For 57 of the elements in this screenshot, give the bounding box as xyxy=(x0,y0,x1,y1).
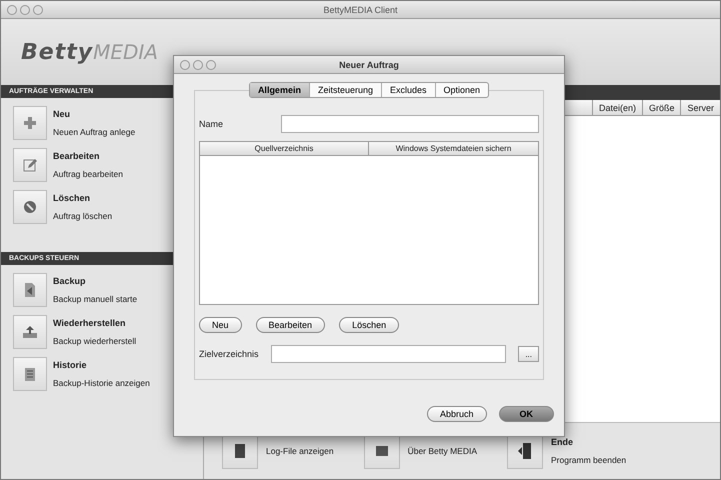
target-label: Zielverzeichnis xyxy=(199,349,259,359)
item-title: Neu xyxy=(53,109,72,119)
sidebar-button[interactable] xyxy=(13,315,47,349)
item-description: Auftrag löschen xyxy=(53,211,114,221)
close-button[interactable] xyxy=(180,60,190,70)
window-title: BettyMEDIA Client xyxy=(322,4,399,14)
column-header[interactable]: Quellverzeichnis xyxy=(200,142,369,155)
ok-button[interactable]: OK xyxy=(498,406,554,422)
list-button[interactable]: Löschen xyxy=(339,317,400,333)
minimize-button[interactable] xyxy=(20,4,30,14)
tool-title: Ende xyxy=(551,437,574,447)
browse-button[interactable]: ... xyxy=(518,346,539,362)
logo-text: Betty xyxy=(21,40,94,64)
tab[interactable]: Optionen xyxy=(436,83,488,97)
name-field[interactable] xyxy=(281,115,539,133)
tool-label: Programm beenden xyxy=(551,455,626,465)
sidebar-button[interactable] xyxy=(13,273,47,307)
history-icon xyxy=(23,366,37,382)
sidebar-button[interactable] xyxy=(13,357,47,391)
item-description: Backup-Historie anzeigen xyxy=(53,378,151,388)
tool-label: Log-File anzeigen xyxy=(266,446,334,456)
item-description: Backup wiederherstell xyxy=(53,336,138,346)
column-header[interactable]: Datei(en) xyxy=(592,100,642,115)
item-description: Backup manuell starte xyxy=(53,294,138,304)
item-title: Löschen xyxy=(53,193,92,203)
column-header[interactable]: Windows Systemdateien sichern xyxy=(369,142,538,155)
tab[interactable]: Allgemein xyxy=(250,83,310,97)
item-title: Wiederherstellen xyxy=(53,318,126,328)
column-header[interactable]: Größe xyxy=(642,100,680,115)
minimize-button[interactable] xyxy=(193,60,203,70)
exit-door-icon xyxy=(517,442,534,460)
cancel-button[interactable]: Abbruch xyxy=(426,406,486,422)
item-title: Backup xyxy=(53,276,87,286)
dialog-title: Neuer Auftrag xyxy=(338,60,400,70)
item-title: Historie xyxy=(53,360,88,370)
delete-icon xyxy=(23,200,37,214)
tab[interactable]: Excludes xyxy=(382,83,436,97)
sidebar-button[interactable] xyxy=(13,190,47,224)
zoom-button[interactable] xyxy=(33,4,43,14)
list-button[interactable]: Bearbeiten xyxy=(256,317,326,333)
tool-label: Über Betty MEDIA xyxy=(408,446,478,456)
tab[interactable]: Zeitsteuerung xyxy=(310,83,382,97)
zoom-button[interactable] xyxy=(206,60,216,70)
sidebar-button[interactable] xyxy=(13,148,47,182)
close-button[interactable] xyxy=(7,4,17,14)
name-label: Name xyxy=(199,119,224,129)
item-title: Bearbeiten xyxy=(53,151,101,161)
tray-arrow-icon xyxy=(22,325,38,339)
pencil-icon xyxy=(23,158,37,172)
item-description: Neuen Auftrag anlege xyxy=(53,127,136,137)
item-description: Auftrag bearbeiten xyxy=(53,169,124,179)
sidebar-button[interactable] xyxy=(13,106,47,140)
logo-text: MEDIA xyxy=(93,40,158,64)
target-field[interactable] xyxy=(270,345,506,363)
list-button[interactable]: Neu xyxy=(199,317,242,333)
plus-icon xyxy=(23,116,37,130)
column-header[interactable]: Server xyxy=(680,100,720,115)
